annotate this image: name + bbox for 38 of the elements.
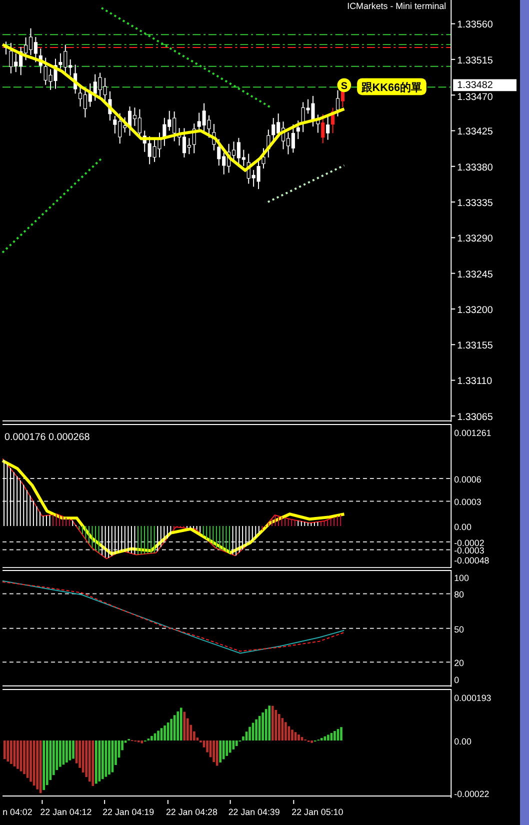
- price-label: 1.33245: [457, 269, 493, 280]
- price-label: 1.33110: [457, 376, 492, 388]
- indicator-label: 0.000193: [454, 693, 492, 704]
- indicator-label: 20: [454, 658, 464, 669]
- indicator-label: 0.0006: [454, 474, 482, 484]
- price-label: 1.33425: [457, 126, 493, 138]
- price-label: 1.33515: [457, 55, 493, 66]
- indicator-label: 0.00: [454, 522, 472, 532]
- price-label: 1.33560: [457, 20, 493, 31]
- window-title: ICMarkets - Mini terminal: [347, 0, 446, 11]
- indicator-label: 0: [454, 675, 460, 686]
- time-label: 22 Jan 04:19: [102, 807, 154, 818]
- indicator-label: 0.0003: [454, 497, 482, 508]
- price-label: 1.33290: [457, 234, 493, 245]
- price-label: 1.33335: [457, 198, 493, 209]
- indicator-label: -0.00048: [454, 556, 490, 566]
- price-label: 1.33155: [457, 340, 493, 352]
- time-label: n 04:02: [2, 807, 32, 818]
- time-label: 22 Jan 04:12: [40, 807, 92, 818]
- indicator-label: 80: [454, 590, 464, 600]
- price-label: 1.33380: [457, 162, 493, 174]
- indicator-label: 0.00: [454, 736, 472, 747]
- signal-marker: S: [337, 78, 352, 92]
- indicator-label: -0.0002: [454, 538, 484, 548]
- indicator-label: 0.001261: [454, 428, 492, 438]
- time-label: 22 Jan 04:39: [228, 807, 280, 818]
- time-label: 22 Jan 04:28: [166, 807, 218, 818]
- price-label: 1.33065: [457, 412, 493, 422]
- indicator-label: 100: [454, 573, 469, 584]
- price-label: 1.33200: [457, 304, 493, 316]
- current-price-label: 1.33482: [453, 79, 516, 92]
- indicator-label: 50: [454, 624, 464, 635]
- price-label: 1.33470: [457, 92, 493, 104]
- time-label: 22 Jan 05:10: [292, 807, 344, 818]
- indicator-legend: 0.000176 0.000268: [4, 432, 90, 443]
- indicator-label: -0.00022: [454, 789, 490, 798]
- indicator-label: -0.0003: [454, 546, 484, 556]
- signal-label: 跟KK66的單: [357, 78, 426, 96]
